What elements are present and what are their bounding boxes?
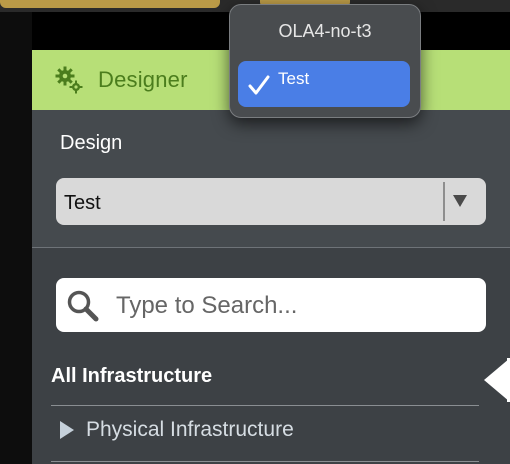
dropdown-option-label: Test: [278, 69, 310, 88]
all-infrastructure-heading[interactable]: All Infrastructure: [51, 365, 212, 388]
checkmark-icon: [248, 75, 270, 95]
search-input[interactable]: [114, 288, 478, 324]
gears-icon: [55, 66, 83, 94]
tree-divider: [51, 405, 479, 406]
dropdown-option-test[interactable]: Test: [238, 61, 410, 107]
select-divider: [443, 182, 445, 221]
top-strip-highlight-left: [0, 0, 220, 8]
search-icon: [67, 290, 99, 322]
design-select-value: Test: [64, 192, 101, 214]
design-label: Design: [60, 132, 123, 154]
tree-item-label: Physical Infrastructure: [86, 418, 294, 441]
design-select[interactable]: Test: [56, 178, 486, 225]
search-box[interactable]: [56, 278, 486, 332]
chevron-down-icon[interactable]: [453, 195, 467, 207]
dropdown-option-ola4-no-t3[interactable]: OLA4-no-t3: [230, 21, 420, 42]
tree-item-physical-infrastructure[interactable]: Physical Infrastructure: [60, 418, 294, 442]
design-dropdown-menu: OLA4-no-t3 Test: [229, 4, 421, 118]
designer-title: Designer: [98, 67, 188, 92]
left-edge: [0, 12, 32, 464]
expand-triangle-icon[interactable]: [60, 421, 74, 439]
tree-divider: [51, 461, 479, 462]
